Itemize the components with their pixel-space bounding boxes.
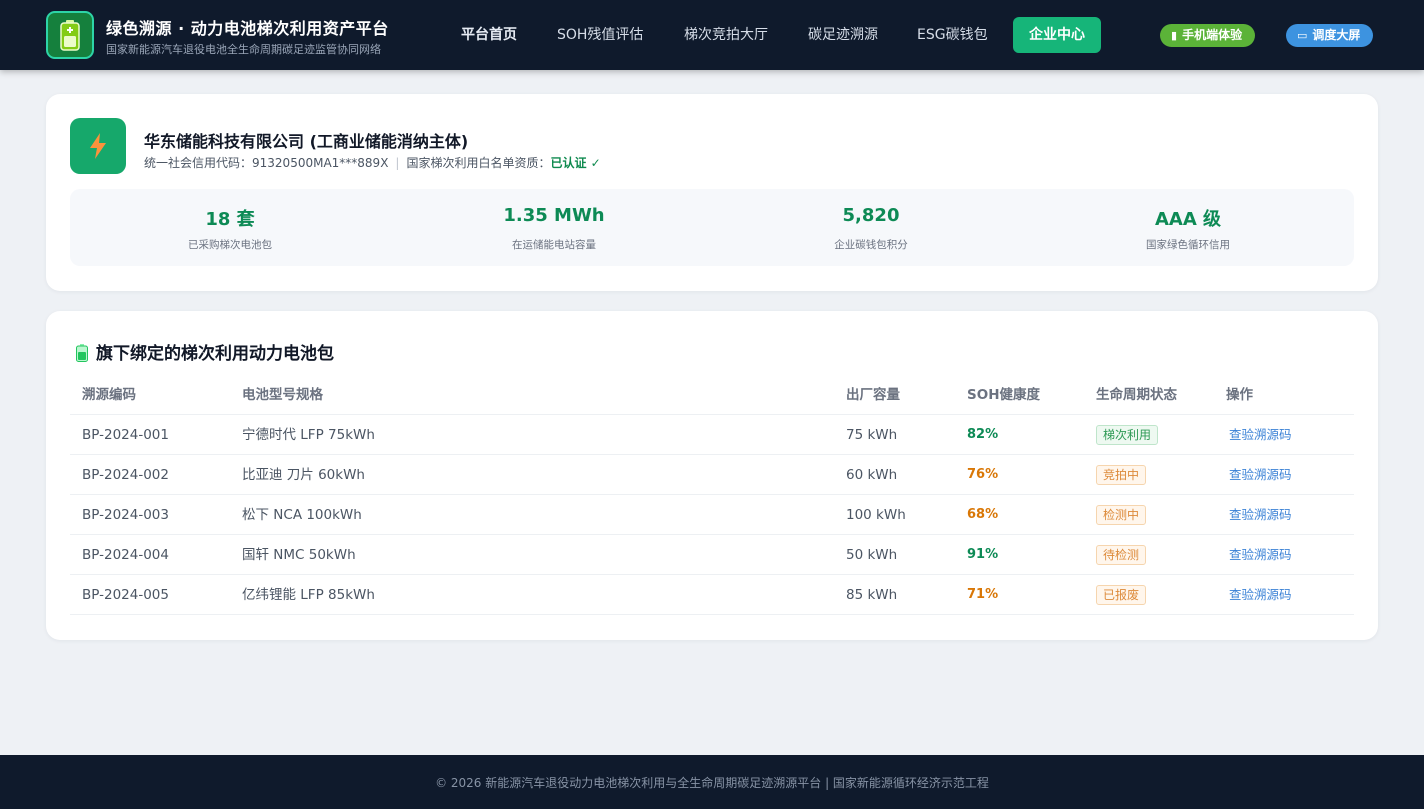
cell-soh: 82%	[967, 427, 999, 442]
cell-soh: 91%	[967, 547, 999, 562]
footer-copyright: © 2026 新能源汽车退役动力电池梯次利用与全生命周期碳足迹溯源平台 | 国家…	[435, 776, 989, 790]
cell-soh: 76%	[967, 467, 999, 482]
whitelist-label: 国家梯次利用白名单资质：	[406, 156, 551, 170]
battery-packs-card: 旗下绑定的梯次利用动力电池包 溯源编码 电池型号规格 出厂容量 SOH健康度 生…	[46, 311, 1378, 640]
cell-model: 比亚迪 刀片 60kWh	[242, 467, 365, 483]
verify-trace-code-link[interactable]: 查验溯源码	[1226, 467, 1292, 482]
stat-value: 1.35 MWh	[503, 205, 605, 226]
verify-trace-code-link[interactable]: 查验溯源码	[1226, 507, 1292, 522]
verify-trace-code-link[interactable]: 查验溯源码	[1226, 427, 1292, 442]
cell-status: 检测中	[1096, 495, 1147, 535]
mobile-experience-label: 手机端体验	[1182, 28, 1243, 42]
column-header-status: 生命周期状态	[1096, 387, 1177, 403]
cell-action: 查验溯源码	[1226, 415, 1292, 455]
lightning-bolt-icon	[90, 133, 106, 159]
stat-storage-capacity: 1.35 MWh 在运储能电站容量	[394, 189, 714, 266]
cell-model: 亿纬锂能 LFP 85kWh	[242, 587, 375, 603]
stat-value: 18 套	[205, 209, 255, 230]
company-name: 华东储能科技有限公司 (工商业储能消纳主体)	[144, 132, 469, 151]
cell-code: BP-2024-001	[82, 427, 169, 443]
cell-model: 宁德时代 LFP 75kWh	[242, 427, 375, 443]
status-badge: 梯次利用	[1096, 425, 1159, 445]
stat-green-credit: AAA 级 国家绿色循环信用	[1028, 189, 1348, 266]
status-badge: 待检测	[1096, 545, 1147, 565]
cell-soh: 71%	[967, 587, 999, 602]
cell-code: BP-2024-002	[82, 467, 169, 483]
column-header-capacity: 出厂容量	[846, 387, 900, 403]
nav-home[interactable]: 平台首页	[461, 17, 517, 53]
stat-value: 5,820	[842, 205, 900, 226]
nav-enterprise-center[interactable]: 企业中心	[1013, 17, 1101, 53]
nav-auction-hall[interactable]: 梯次竞拍大厅	[684, 17, 768, 53]
cell-soh: 68%	[967, 507, 999, 522]
platform-subtitle: 国家新能源汽车退役电池全生命周期碳足迹监管协同网络	[106, 43, 381, 56]
table-row: BP-2024-002 比亚迪 刀片 60kWh 60 kWh 76% 竞拍中 …	[70, 455, 1354, 495]
cell-status: 竞拍中	[1096, 455, 1147, 495]
column-header-action: 操作	[1226, 387, 1253, 403]
stat-label: 企业碳钱包积分	[834, 239, 908, 251]
whitelist-status-badge: 已认证 ✓	[550, 156, 601, 170]
cell-action: 查验溯源码	[1226, 455, 1292, 495]
cell-model: 国轩 NMC 50kWh	[242, 547, 356, 563]
cell-status: 梯次利用	[1096, 415, 1159, 455]
credit-code-value: 91320500MA1***889X	[252, 156, 389, 170]
status-badge: 竞拍中	[1096, 465, 1147, 485]
cell-capacity: 85 kWh	[846, 587, 898, 603]
battery-icon	[60, 20, 80, 51]
table-row: BP-2024-001 宁德时代 LFP 75kWh 75 kWh 82% 梯次…	[70, 415, 1354, 455]
dispatch-screen-button[interactable]: ▭ 调度大屏	[1286, 24, 1374, 47]
cell-status: 待检测	[1096, 535, 1147, 575]
platform-title: 绿色溯源 · 动力电池梯次利用资产平台	[106, 19, 389, 38]
stat-purchased-packs: 18 套 已采购梯次电池包	[70, 189, 390, 266]
cell-model: 松下 NCA 100kWh	[242, 507, 362, 523]
top-navigation-bar: 绿色溯源 · 动力电池梯次利用资产平台 国家新能源汽车退役电池全生命周期碳足迹监…	[0, 0, 1424, 70]
stat-label: 国家绿色循环信用	[1146, 239, 1230, 251]
nav-carbon-trace[interactable]: 碳足迹溯源	[808, 17, 878, 53]
company-stats-panel: 18 套 已采购梯次电池包 1.35 MWh 在运储能电站容量 5,820 企业…	[70, 189, 1354, 266]
battery-icon	[76, 344, 88, 362]
stat-value: AAA 级	[1154, 209, 1222, 230]
meta-divider: |	[395, 156, 400, 170]
cell-capacity: 60 kWh	[846, 467, 898, 483]
cell-action: 查验溯源码	[1226, 495, 1292, 535]
company-meta: 统一社会信用代码：91320500MA1***889X | 国家梯次利用白名单资质：…	[144, 154, 601, 171]
column-header-soh: SOH健康度	[967, 387, 1040, 403]
table-row: BP-2024-005 亿纬锂能 LFP 85kWh 85 kWh 71% 已报…	[70, 575, 1354, 615]
stat-label: 在运储能电站容量	[512, 239, 596, 251]
section-title-text: 旗下绑定的梯次利用动力电池包	[96, 344, 334, 364]
phone-icon: ▮	[1171, 29, 1178, 42]
mobile-experience-button[interactable]: ▮ 手机端体验	[1160, 24, 1256, 47]
battery-pack-table: 溯源编码 电池型号规格 出厂容量 SOH健康度 生命周期状态 操作 BP-202…	[70, 375, 1354, 615]
section-title: 旗下绑定的梯次利用动力电池包	[76, 339, 334, 364]
stat-carbon-points: 5,820 企业碳钱包积分	[711, 189, 1031, 266]
table-header: 溯源编码 电池型号规格 出厂容量 SOH健康度 生命周期状态 操作	[70, 375, 1354, 415]
page-footer: © 2026 新能源汽车退役动力电池梯次利用与全生命周期碳足迹溯源平台 | 国家…	[0, 755, 1424, 809]
table-row: BP-2024-004 国轩 NMC 50kWh 50 kWh 91% 待检测 …	[70, 535, 1354, 575]
status-badge: 检测中	[1096, 505, 1147, 525]
cell-capacity: 50 kWh	[846, 547, 898, 563]
cell-code: BP-2024-003	[82, 507, 169, 523]
nav-esg-wallet[interactable]: ESG碳钱包	[917, 17, 988, 53]
platform-logo[interactable]	[46, 11, 94, 59]
verify-trace-code-link[interactable]: 查验溯源码	[1226, 587, 1292, 602]
company-avatar	[70, 118, 126, 174]
verify-trace-code-link[interactable]: 查验溯源码	[1226, 547, 1292, 562]
column-header-model: 电池型号规格	[242, 387, 323, 403]
table-row: BP-2024-003 松下 NCA 100kWh 100 kWh 68% 检测…	[70, 495, 1354, 535]
cell-status: 已报废	[1096, 575, 1147, 615]
cell-capacity: 75 kWh	[846, 427, 898, 443]
monitor-icon: ▭	[1297, 29, 1308, 42]
nav-soh-valuation[interactable]: SOH残值评估	[557, 17, 643, 53]
cell-capacity: 100 kWh	[846, 507, 906, 523]
cell-code: BP-2024-004	[82, 547, 169, 563]
cell-code: BP-2024-005	[82, 587, 169, 603]
column-header-code: 溯源编码	[82, 387, 136, 403]
company-profile-card: 华东储能科技有限公司 (工商业储能消纳主体) 统一社会信用代码：91320500…	[46, 94, 1378, 291]
cell-action: 查验溯源码	[1226, 575, 1292, 615]
dispatch-screen-label: 调度大屏	[1312, 28, 1361, 42]
stat-label: 已采购梯次电池包	[188, 239, 272, 251]
status-badge: 已报废	[1096, 585, 1147, 605]
cell-action: 查验溯源码	[1226, 535, 1292, 575]
credit-code-label: 统一社会信用代码：	[144, 156, 253, 170]
